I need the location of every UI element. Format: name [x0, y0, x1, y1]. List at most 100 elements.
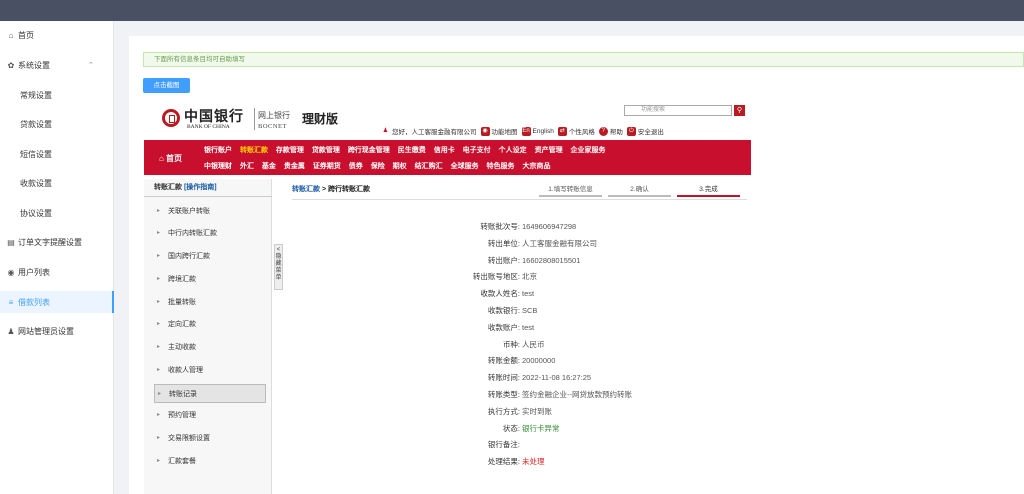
left-menu-item[interactable]: 中行内转账汇款: [154, 224, 266, 243]
sidebar-item-user-list[interactable]: ◉ 用户列表: [0, 261, 114, 283]
nav-item[interactable]: 跨行现金管理: [348, 147, 390, 154]
list-icon: ≡: [8, 297, 14, 307]
sidebar-item-loan-settings[interactable]: 贷款设置: [0, 113, 114, 135]
step-2: 2.确认: [608, 183, 671, 197]
sidebar-item-order-reminder[interactable]: ▤ 订单文字提醒设置: [0, 231, 114, 253]
nav-item[interactable]: 民生缴费: [398, 147, 426, 154]
sidebar-item-label: 贷款设置: [20, 119, 52, 129]
breadcrumb-separator: >: [320, 186, 328, 193]
breadcrumb-current: 跨行转账汇款: [327, 186, 370, 193]
nav-item[interactable]: 个人设定: [499, 147, 527, 154]
sidebar-item-payment-settings[interactable]: 收款设置: [0, 172, 114, 194]
detail-row: 转账类型: 签约金融企业--网贷放款预约转账: [284, 387, 751, 402]
help-icon: ?: [598, 126, 608, 136]
detail-value: 1649606947298: [522, 222, 577, 231]
top-links: ♟ 您好，人工客服金融有限公司 ◉ 功能地图 En English ⇄ 个性风格…: [377, 126, 664, 136]
nav-item[interactable]: 债券: [349, 163, 363, 170]
sidebar-item-label: 首页: [18, 30, 34, 40]
nav-item[interactable]: 期权: [393, 163, 407, 170]
nav-row-1: 银行账户 转账汇款 存款管理 贷款管理 跨行现金管理 民生缴费 信用卡 电子支付…: [204, 145, 612, 155]
sidebar-item-admin-settings[interactable]: ♟ 网站管理员设置: [0, 320, 114, 342]
nav-item[interactable]: 电子支付: [463, 147, 491, 154]
nav-item[interactable]: 银行账户: [204, 147, 232, 154]
operation-guide-link[interactable]: [操作指南]: [184, 184, 217, 191]
nav-item[interactable]: 大宗商品: [522, 163, 550, 170]
nav-item[interactable]: 特色服务: [487, 163, 515, 170]
nav-item[interactable]: 贵金属: [284, 163, 305, 170]
left-menu-item[interactable]: 国内跨行汇款: [154, 247, 266, 266]
breadcrumb-link[interactable]: 转账汇款: [292, 186, 320, 193]
nav-item[interactable]: 外汇: [240, 163, 254, 170]
nav-item[interactable]: 资产管理: [535, 147, 563, 154]
detail-row: 转出账号地区: 北京: [284, 269, 751, 284]
doc-icon: ▤: [7, 237, 15, 247]
function-search-input[interactable]: 功能搜索: [624, 105, 732, 116]
nav-item[interactable]: 全球服务: [451, 163, 479, 170]
sidebar-item-label: 网站管理员设置: [18, 326, 74, 336]
left-menu-item[interactable]: 预约管理: [154, 406, 266, 425]
left-menu-item[interactable]: 收款人管理: [154, 361, 266, 380]
detail-row: 转出单位: 人工客服金融有限公司: [284, 236, 751, 251]
link-style[interactable]: 个性风格: [569, 126, 595, 136]
user-icon: ♟: [7, 326, 15, 336]
nav-item[interactable]: 证券期货: [313, 163, 341, 170]
nav-item[interactable]: 信用卡: [434, 147, 455, 154]
detail-label: 状态:: [502, 423, 520, 433]
detail-row: 转账批次号: 1649606947298: [284, 219, 751, 234]
left-menu-item[interactable]: 跨境汇款: [154, 270, 266, 289]
progress-steps: 1.填写转账信息 2.确认 3.完成: [539, 183, 746, 197]
detail-row: 收款账户: test: [284, 320, 751, 335]
detail-label: 转出账号地区:: [472, 272, 520, 282]
left-menu-item[interactable]: 汇款套餐: [154, 452, 266, 471]
detail-row: 处理结果: 未处理: [284, 454, 751, 469]
link-function-map[interactable]: 功能地图: [492, 126, 518, 136]
english-icon: En: [521, 126, 531, 136]
detail-label: 转账时间:: [487, 373, 520, 383]
sidebar-item-label: 收款设置: [20, 178, 52, 188]
left-menu-item[interactable]: 交易限额设置: [154, 429, 266, 448]
detail-row: 转出账户: 16602808015501: [284, 253, 751, 268]
detail-label: 收款银行:: [487, 306, 520, 315]
sidebar-item-sms-settings[interactable]: 短信设置: [0, 143, 114, 165]
left-menu-item-selected[interactable]: 转账记录: [154, 384, 266, 404]
left-menu-item[interactable]: 批量转账: [154, 293, 266, 312]
hide-menu-toggle[interactable]: < 隐藏菜单: [274, 244, 283, 290]
nav-item[interactable]: 存款管理: [276, 147, 304, 154]
link-english[interactable]: English: [533, 128, 554, 135]
detail-value: test: [522, 322, 535, 332]
sidebar-item-home[interactable]: ⌂ 首页: [0, 24, 114, 46]
search-icon[interactable]: ⚲: [734, 105, 745, 116]
sidebar-item-agreement-settings[interactable]: 协议设置: [0, 202, 114, 224]
link-help[interactable]: 帮助: [610, 126, 623, 136]
gear-icon: ✿: [7, 60, 15, 70]
eye-icon: ◉: [7, 267, 15, 277]
nav-item[interactable]: 企业家服务: [571, 147, 606, 154]
left-menu-item[interactable]: 定向汇款: [154, 315, 266, 334]
detail-row: 状态: 银行卡异常: [284, 421, 751, 436]
nav-item[interactable]: 结汇购汇: [415, 163, 443, 170]
left-menu-item[interactable]: 关联账户转账: [154, 202, 266, 221]
sidebar-item-system-settings[interactable]: ✿ 系统设置 ⌃: [0, 54, 114, 76]
sidebar-item-label: 用户列表: [18, 267, 50, 277]
status-value: 银行卡异常: [522, 423, 560, 433]
nav-item-current[interactable]: 转账汇款: [240, 147, 268, 154]
detail-value: 人民币: [522, 339, 545, 349]
sidebar-item-general-settings[interactable]: 常规设置: [0, 84, 114, 106]
nav-item[interactable]: 贷款管理: [312, 147, 340, 154]
link-logout[interactable]: 安全退出: [638, 126, 664, 136]
nav-item[interactable]: 中银理财: [204, 163, 232, 170]
edition-title: 理财版: [302, 112, 339, 126]
sidebar-item-loan-list[interactable]: ≡ 借款列表: [0, 291, 114, 313]
detail-value: 2022-11-08 16:27:25: [522, 373, 592, 383]
screenshot-button[interactable]: 点击截图: [143, 78, 190, 93]
boc-logo-text: 中国银行: [184, 109, 244, 125]
sidebar-item-label: 常规设置: [20, 90, 52, 100]
nav-item[interactable]: 保险: [371, 163, 385, 170]
sidebar: ⌂ 首页 ✿ 系统设置 ⌃ 常规设置 贷款设置 短信设置 收款设置 协议设置 ▤…: [0, 21, 114, 494]
left-menu-item[interactable]: 主动收款: [154, 338, 266, 357]
detail-row: 收款人姓名: test: [284, 286, 751, 301]
boc-home-link[interactable]: ⌂ 首页: [159, 153, 182, 164]
detail-row: 执行方式: 实时到账: [284, 404, 751, 419]
nav-item[interactable]: 基金: [262, 163, 276, 170]
sidebar-item-label: 订单文字提醒设置: [18, 237, 82, 247]
